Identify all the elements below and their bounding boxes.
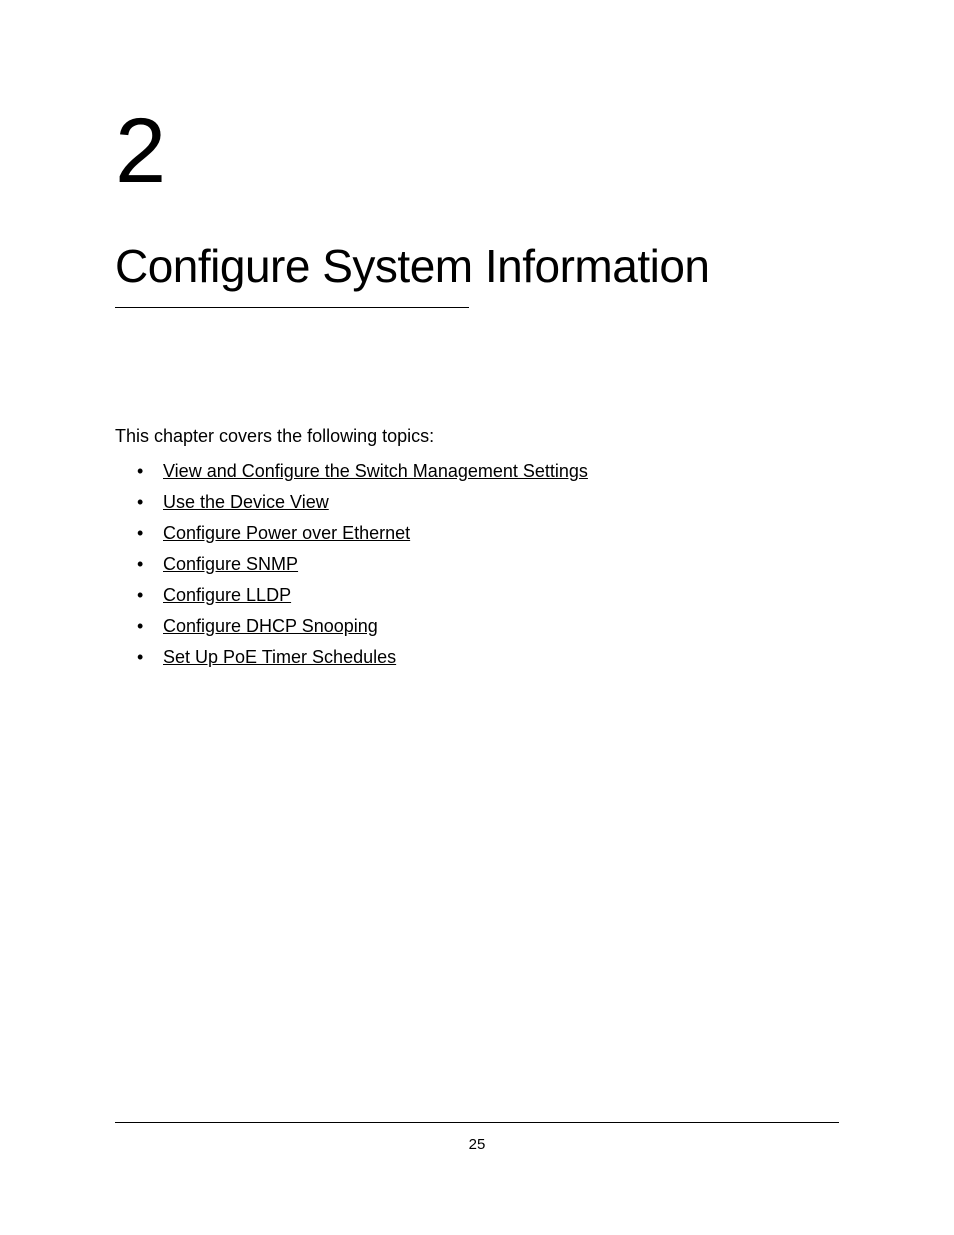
list-item: Configure DHCP Snooping [163, 616, 839, 637]
topic-link[interactable]: Configure SNMP [163, 554, 298, 574]
list-item: View and Configure the Switch Management… [163, 461, 839, 482]
topic-link[interactable]: Configure Power over Ethernet [163, 523, 410, 543]
chapter-title: Configure System Information [115, 239, 839, 293]
footer-divider [115, 1122, 839, 1123]
topic-link[interactable]: Configure LLDP [163, 585, 291, 605]
list-item: Set Up PoE Timer Schedules [163, 647, 839, 668]
topic-link[interactable]: Use the Device View [163, 492, 329, 512]
page-content: 2 Configure System Information This chap… [0, 0, 954, 668]
topic-list: View and Configure the Switch Management… [115, 461, 839, 668]
list-item: Configure LLDP [163, 585, 839, 606]
topic-link[interactable]: Set Up PoE Timer Schedules [163, 647, 396, 667]
intro-text: This chapter covers the following topics… [115, 426, 839, 447]
topic-link[interactable]: View and Configure the Switch Management… [163, 461, 588, 481]
list-item: Configure SNMP [163, 554, 839, 575]
list-item: Use the Device View [163, 492, 839, 513]
page-number: 25 [0, 1136, 954, 1153]
chapter-number: 2 [115, 105, 839, 197]
title-underline [115, 307, 469, 308]
list-item: Configure Power over Ethernet [163, 523, 839, 544]
topic-link[interactable]: Configure DHCP Snooping [163, 616, 378, 636]
